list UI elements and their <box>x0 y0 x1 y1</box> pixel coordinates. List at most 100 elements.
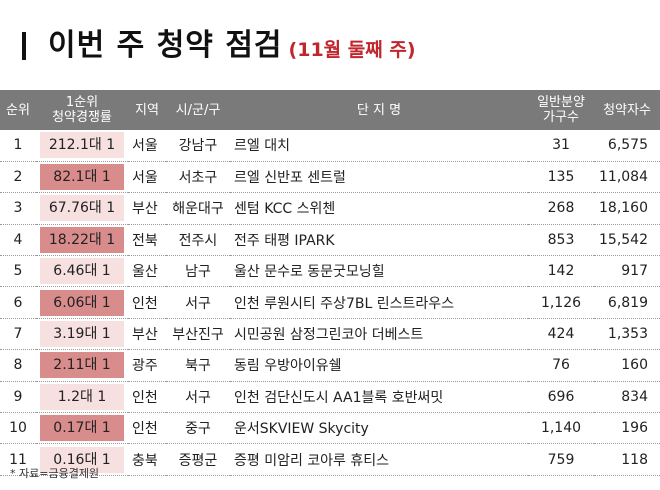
rank-cell: 9 <box>13 388 23 405</box>
subscription-table: 순위 1순위 청약경쟁률 지역 시/군/구 단 지 명 일반분양 가구수 청약자… <box>0 90 660 476</box>
region-cell: 전북 <box>132 232 158 249</box>
region-cell: 울산 <box>132 264 158 281</box>
title-block: 이번 주 청약 점검 (11월 둘째 주) <box>22 22 416 66</box>
city-cell: 전주시 <box>178 232 218 249</box>
region-cell: 충북 <box>132 452 158 469</box>
rank-cell: 4 <box>13 231 23 248</box>
header-units-line2: 가구수 <box>543 110 579 125</box>
complex-name-cell: 운서SKVIEW Skycity <box>234 421 369 438</box>
rank-cell: 6 <box>13 294 23 311</box>
region-cell: 인천 <box>132 389 158 406</box>
header-name: 단 지 명 <box>356 102 402 118</box>
source-note: * 자료=금융결제원 <box>10 467 100 480</box>
header-units: 일반분양 가구수 <box>528 90 594 130</box>
table-header-row: 순위 1순위 청약경쟁률 지역 시/군/구 단 지 명 일반분양 가구수 청약자… <box>0 90 660 130</box>
applicants-cell: 1,353 <box>607 326 648 343</box>
applicants-cell: 15,542 <box>599 231 648 248</box>
table-row: 9 1.2대 1 인천 서구 인천 검단신도시 AA1블록 호반써밋 696 834 <box>0 381 660 413</box>
units-cell: 759 <box>547 451 575 468</box>
applicants-cell: 11,084 <box>599 169 648 186</box>
city-cell: 서초구 <box>178 170 218 187</box>
applicants-cell: 196 <box>621 420 648 437</box>
region-cell: 인천 <box>132 421 158 438</box>
rate-cell: 1.2대 1 <box>36 381 128 412</box>
rank-cell: 1 <box>13 137 23 154</box>
units-cell: 135 <box>547 169 575 186</box>
header-city: 시/군/구 <box>175 102 221 118</box>
complex-name-cell: 울산 문수로 동문굿모닝힐 <box>234 264 385 281</box>
rate-badge: 6.46대 1 <box>40 258 124 285</box>
applicants-cell: 917 <box>621 263 648 280</box>
units-cell: 1,126 <box>540 294 582 311</box>
rank-cell: 5 <box>13 263 23 280</box>
rank-cell: 10 <box>9 420 27 437</box>
header-units-line1: 일반분양 <box>537 95 585 110</box>
units-cell: 853 <box>547 231 575 248</box>
complex-name-cell: 동림 우방아이유쉘 <box>234 358 342 375</box>
region-cell: 광주 <box>132 358 158 375</box>
page-title: 이번 주 청약 점검 <box>48 28 283 63</box>
city-cell: 증평군 <box>178 452 218 469</box>
rate-cell: 18.22대 1 <box>36 224 128 255</box>
table-row: 2 82.1대 1 서울 서초구 르엘 신반포 센트럴 135 11,084 <box>0 161 660 193</box>
rate-badge: 6.06대 1 <box>40 289 124 316</box>
region-cell: 부산 <box>132 327 158 344</box>
complex-name-cell: 인천 루원시티 주상7BL 린스트라우스 <box>234 295 454 312</box>
units-cell: 31 <box>552 137 570 154</box>
applicants-cell: 6,819 <box>607 294 648 311</box>
rank-cell: 2 <box>13 169 23 186</box>
units-cell: 1,140 <box>540 420 582 437</box>
header-rank: 순위 <box>6 102 30 118</box>
header-rate: 1순위 청약경쟁률 <box>36 90 128 130</box>
rate-badge: 0.17대 1 <box>40 415 124 442</box>
rate-cell: 6.06대 1 <box>36 287 128 318</box>
applicants-cell: 118 <box>621 451 648 468</box>
complex-name-cell: 증평 미암리 코아루 휴티스 <box>234 452 390 469</box>
city-cell: 서구 <box>185 389 211 406</box>
applicants-cell: 160 <box>621 357 648 374</box>
rate-badge: 67.76대 1 <box>40 195 124 222</box>
complex-name-cell: 시민공원 삼정그린코아 더베스트 <box>234 327 424 344</box>
table-row: 4 18.22대 1 전북 전주시 전주 태평 IPARK 853 15,542 <box>0 224 660 256</box>
region-cell: 서울 <box>132 170 158 187</box>
complex-name-cell: 르엘 신반포 센트럴 <box>234 170 346 187</box>
city-cell: 중구 <box>185 421 211 438</box>
title-accent-bar <box>22 32 26 60</box>
rate-badge: 2.11대 1 <box>40 352 124 379</box>
rate-badge: 1.2대 1 <box>40 383 124 410</box>
applicants-cell: 6,575 <box>607 137 648 154</box>
region-cell: 부산 <box>132 201 158 218</box>
rate-cell: 2.11대 1 <box>36 350 128 381</box>
rate-cell: 67.76대 1 <box>36 193 128 224</box>
city-cell: 부산진구 <box>172 327 224 344</box>
page-subtitle: (11월 둘째 주) <box>288 39 416 61</box>
rate-cell: 212.1대 1 <box>36 130 128 161</box>
table-row: 7 3.19대 1 부산 부산진구 시민공원 삼정그린코아 더베스트 424 1,353 <box>0 318 660 350</box>
rank-cell: 8 <box>13 357 23 374</box>
units-cell: 142 <box>547 263 575 280</box>
header-region: 지역 <box>135 102 159 118</box>
rate-badge: 3.19대 1 <box>40 321 124 348</box>
header-rate-line2: 청약경쟁률 <box>52 110 112 125</box>
city-cell: 강남구 <box>178 138 218 155</box>
table-row: 5 6.46대 1 울산 남구 울산 문수로 동문굿모닝힐 142 917 <box>0 256 660 287</box>
applicants-cell: 834 <box>621 388 648 405</box>
table-row: 1 212.1대 1 서울 강남구 르엘 대치 31 6,575 <box>0 130 660 162</box>
city-cell: 서구 <box>185 295 211 312</box>
units-cell: 696 <box>547 388 575 405</box>
table-row: 10 0.17대 1 인천 중구 운서SKVIEW Skycity 1,140 196 <box>0 413 660 444</box>
rate-cell: 82.1대 1 <box>36 161 128 192</box>
city-cell: 남구 <box>185 264 211 281</box>
city-cell: 해운대구 <box>172 201 224 218</box>
rate-badge: 18.22대 1 <box>40 226 124 253</box>
city-cell: 북구 <box>185 358 211 375</box>
header-apps: 청약자수 <box>603 102 651 118</box>
complex-name-cell: 센텀 KCC 스위첸 <box>234 201 336 218</box>
rank-cell: 7 <box>13 326 23 343</box>
rate-badge: 212.1대 1 <box>40 132 124 159</box>
table-row: 6 6.06대 1 인천 서구 인천 루원시티 주상7BL 린스트라우스 1,126 6,8… <box>0 287 660 319</box>
rate-cell: 0.17대 1 <box>36 413 128 444</box>
complex-name-cell: 르엘 대치 <box>234 138 290 155</box>
rate-cell: 6.46대 1 <box>36 256 128 287</box>
table-row: 8 2.11대 1 광주 북구 동림 우방아이유쉘 76 160 <box>0 350 660 382</box>
